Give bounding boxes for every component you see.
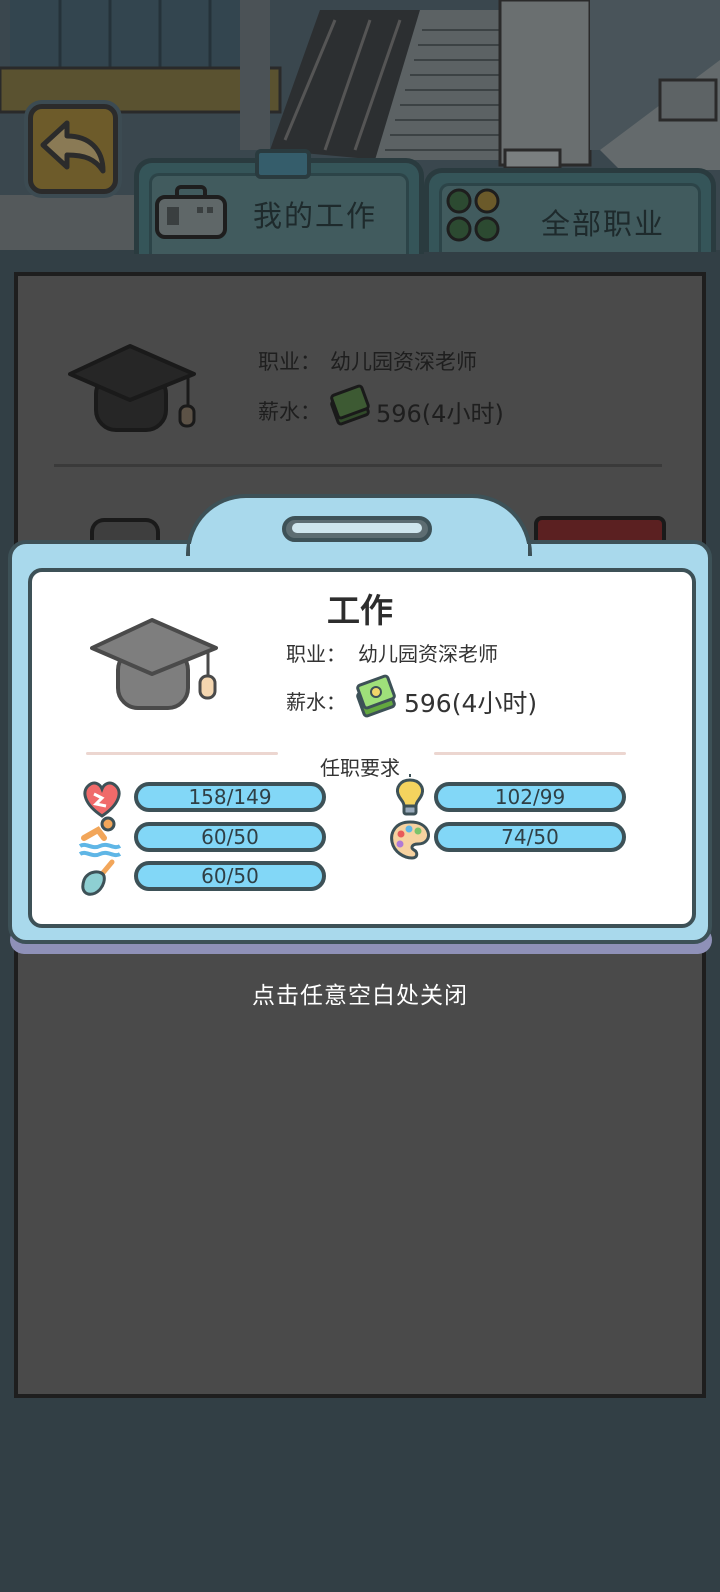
stat-bar-sports: 60/50 bbox=[134, 822, 326, 852]
divider bbox=[54, 464, 662, 467]
grid-icon bbox=[446, 188, 500, 242]
salary-value: 596(4小时) bbox=[404, 689, 538, 718]
palette-icon bbox=[390, 820, 430, 860]
tab-all-jobs-label: 全部职业 bbox=[541, 207, 666, 241]
occupation-value: 幼儿园资深老师 bbox=[358, 642, 498, 666]
tab-clip bbox=[255, 149, 311, 179]
tab-all-jobs[interactable]: 全部职业 bbox=[424, 168, 716, 252]
back-arrow-icon bbox=[40, 120, 106, 174]
salary-label: 薪水： bbox=[286, 690, 346, 714]
lightbulb-icon bbox=[396, 774, 424, 816]
occupation-label: 职业： bbox=[286, 642, 346, 666]
tab-my-job-label: 我的工作 bbox=[253, 199, 378, 233]
modal-handle-slot bbox=[282, 516, 432, 542]
back-button[interactable] bbox=[28, 104, 118, 194]
graduation-cap-icon bbox=[90, 618, 218, 710]
stat-bar-intelligence: 102/99 bbox=[434, 782, 626, 812]
close-hint: 点击任意空白处关闭 bbox=[252, 983, 468, 1009]
briefcase-icon bbox=[155, 185, 227, 239]
bg-occupation-value: 幼儿园资深老师 bbox=[330, 350, 477, 374]
money-icon bbox=[330, 384, 370, 426]
stat-bar-art: 74/50 bbox=[434, 822, 626, 852]
stat-bar-labor: 60/50 bbox=[134, 861, 326, 891]
money-icon bbox=[356, 674, 396, 718]
swimmer-icon bbox=[78, 816, 122, 858]
stat-bar-strength: 158/149 bbox=[134, 782, 326, 812]
game-screen[interactable]: 我的工作 全部职业 职业： 幼儿园资深老师 薪水： 596(4小时) 工作 职业… bbox=[0, 0, 720, 1592]
graduation-cap-icon bbox=[68, 344, 196, 432]
shovel-icon bbox=[81, 859, 115, 896]
modal-tab-join bbox=[190, 544, 528, 560]
bg-occupation-label: 职业： bbox=[258, 350, 321, 374]
tab-my-job[interactable]: 我的工作 bbox=[134, 149, 424, 254]
bg-salary-value: 596(4小时) bbox=[376, 400, 504, 428]
bg-salary-label: 薪水： bbox=[258, 400, 321, 424]
